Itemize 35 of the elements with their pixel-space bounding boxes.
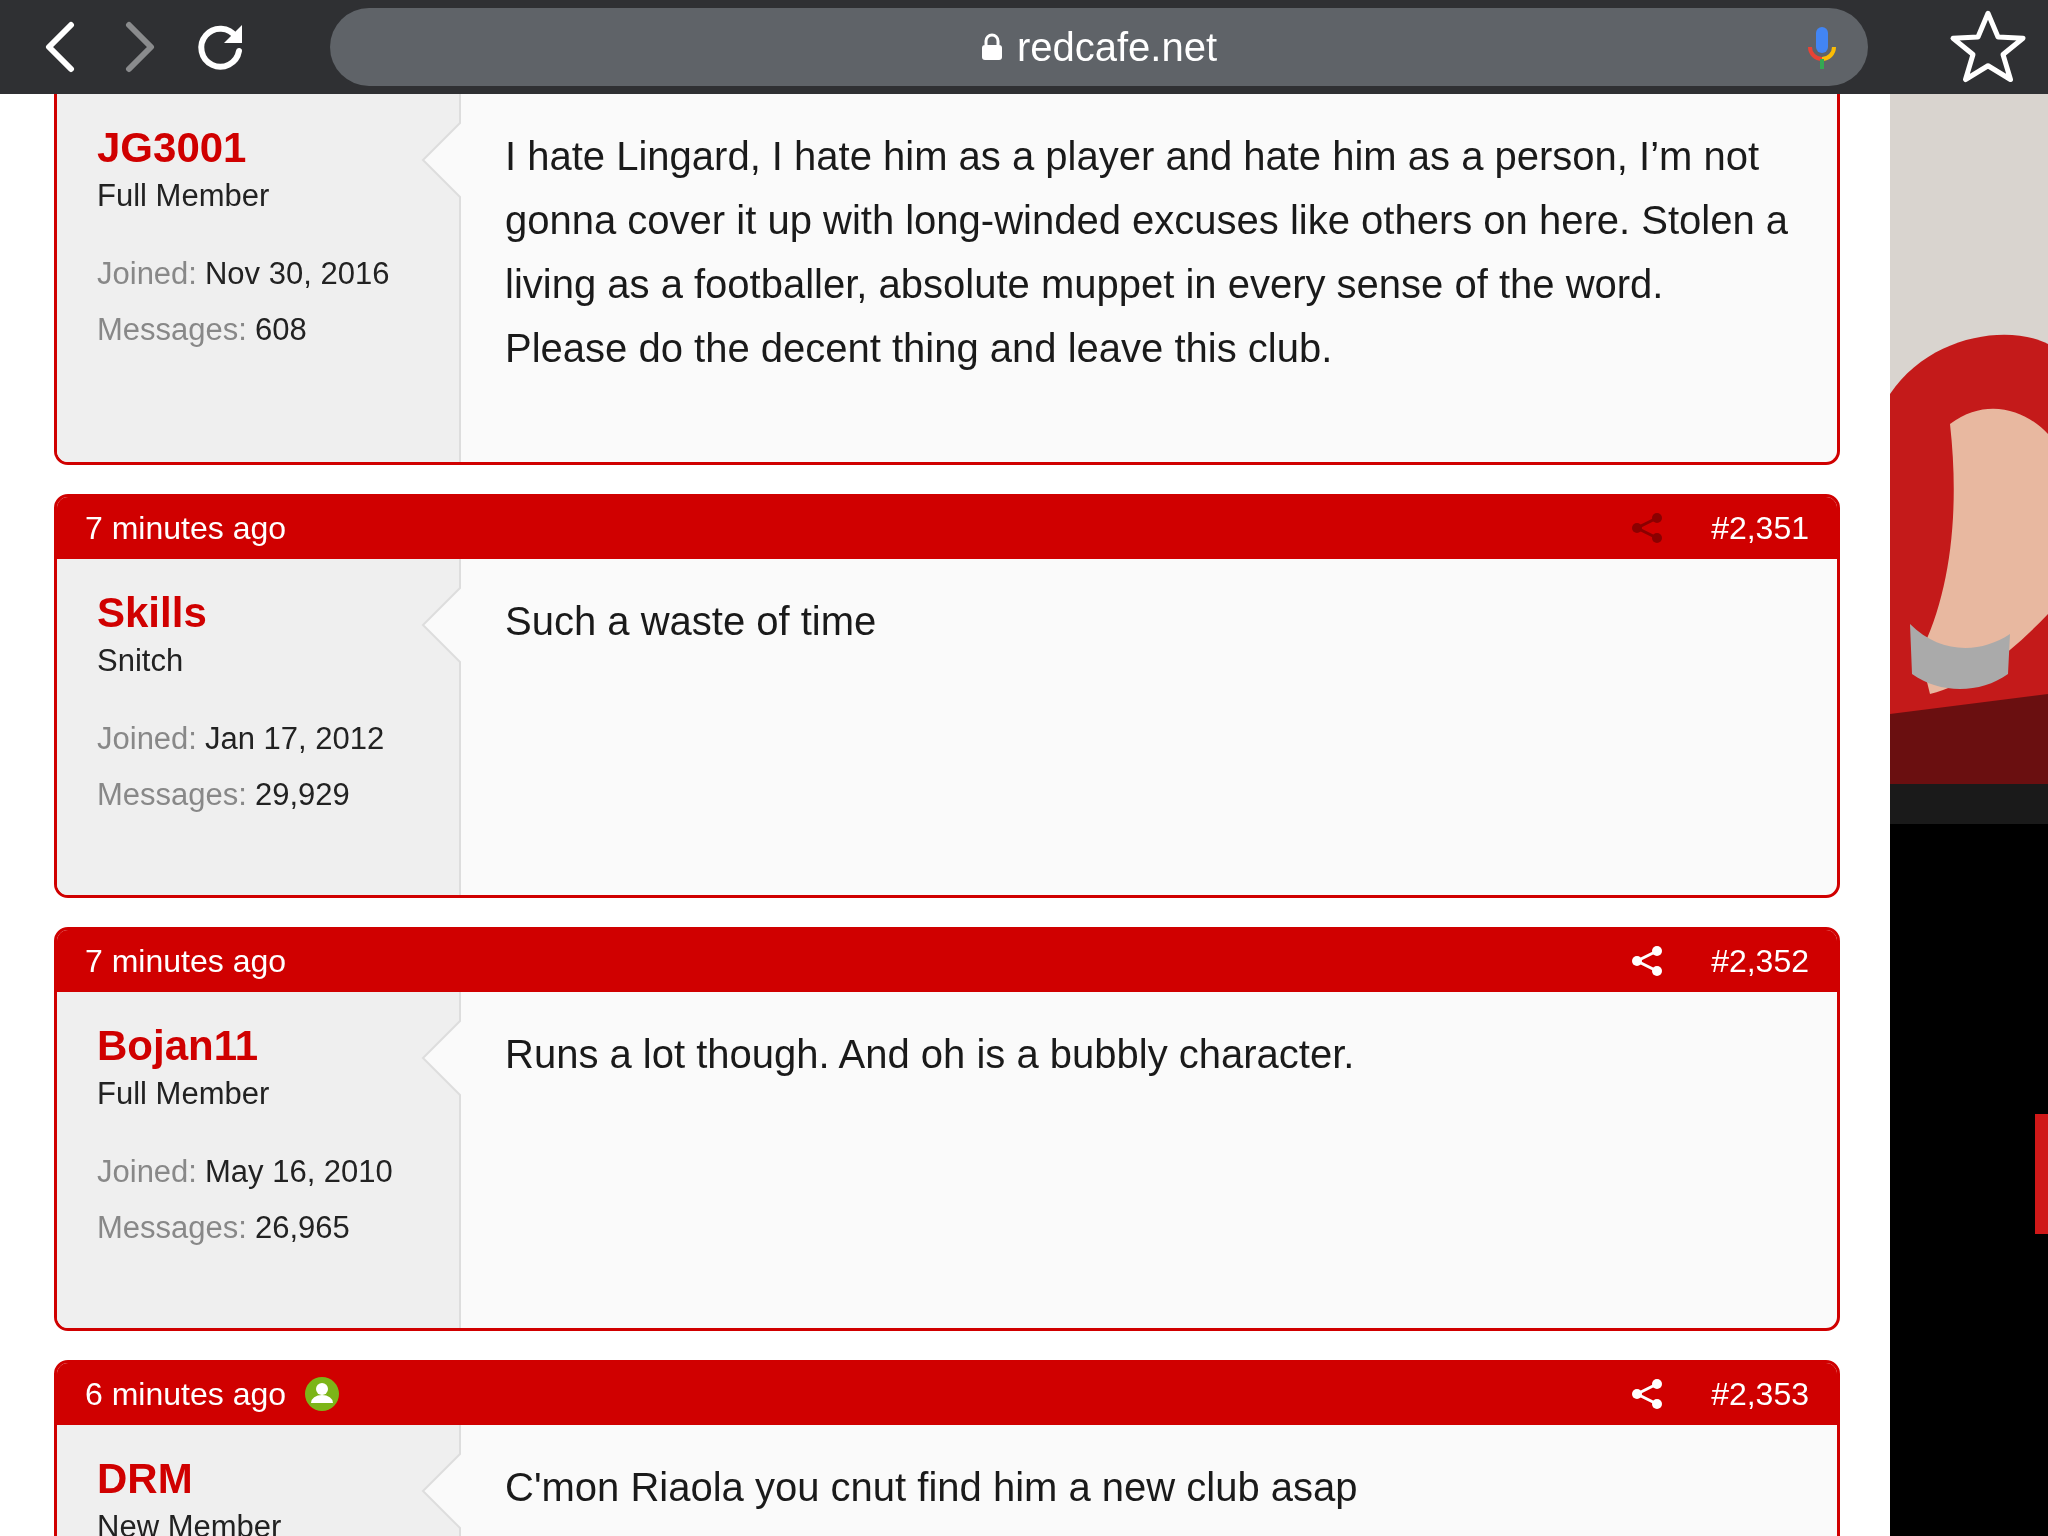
post-number[interactable]: #2,351 [1711, 509, 1809, 547]
post-text: Runs a lot though. And oh is a bubbly character. [505, 1032, 1355, 1076]
user-rank: Snitch [97, 643, 185, 679]
url-text: redcafe.net [1016, 24, 1218, 70]
address-bar[interactable]: redcafe.net [330, 8, 1868, 86]
messages-label: Messages: [97, 1210, 247, 1246]
joined-label: Joined: [97, 721, 197, 757]
username-link[interactable]: JG3001 [97, 124, 419, 172]
username-link[interactable]: DRM [97, 1455, 419, 1503]
joined-label: Joined: [97, 1154, 197, 1190]
joined-date: May 16, 2010 [204, 1154, 393, 1190]
joined-label: Joined: [97, 256, 197, 292]
joined-date: Jan 17, 2012 [204, 721, 385, 757]
post-number[interactable]: #2,352 [1711, 942, 1809, 980]
messages-label: Messages: [97, 312, 247, 348]
joined-date: Nov 30, 2016 [204, 256, 390, 292]
post-text: C'mon Riaola you cnut find him a new club asap [505, 1465, 1358, 1509]
post-text: Such a waste of time [505, 599, 877, 643]
messages-count: 608 [254, 312, 307, 348]
post-text: I hate Lingard, I hate him as a player and hate him as a person, I’m not gonna cover it up with long-winded excuses like others on here. Stolen a living as a footballer, absolute muppet in every sense of the word. Please do the decent thing and leave this club. [505, 134, 1788, 370]
messages-count: 29,929 [254, 777, 350, 813]
post-time: 6 minutes ago [85, 1375, 286, 1413]
messages-label: Messages: [97, 777, 247, 813]
post-time: 7 minutes ago [85, 509, 286, 547]
username-link[interactable]: Bojan11 [97, 1022, 419, 1070]
microphone-icon[interactable] [1806, 25, 1838, 71]
share-icon[interactable] [1631, 1378, 1664, 1410]
username-link[interactable]: Skills [97, 589, 419, 637]
user-rank: Full Member [97, 178, 271, 214]
user-rank: Full Member [97, 1076, 271, 1112]
post-time: 7 minutes ago [85, 942, 286, 980]
share-icon[interactable] [1631, 945, 1664, 977]
messages-count: 26,965 [254, 1210, 350, 1246]
post-number[interactable]: #2,353 [1711, 1375, 1809, 1413]
lock-icon [980, 33, 1003, 61]
